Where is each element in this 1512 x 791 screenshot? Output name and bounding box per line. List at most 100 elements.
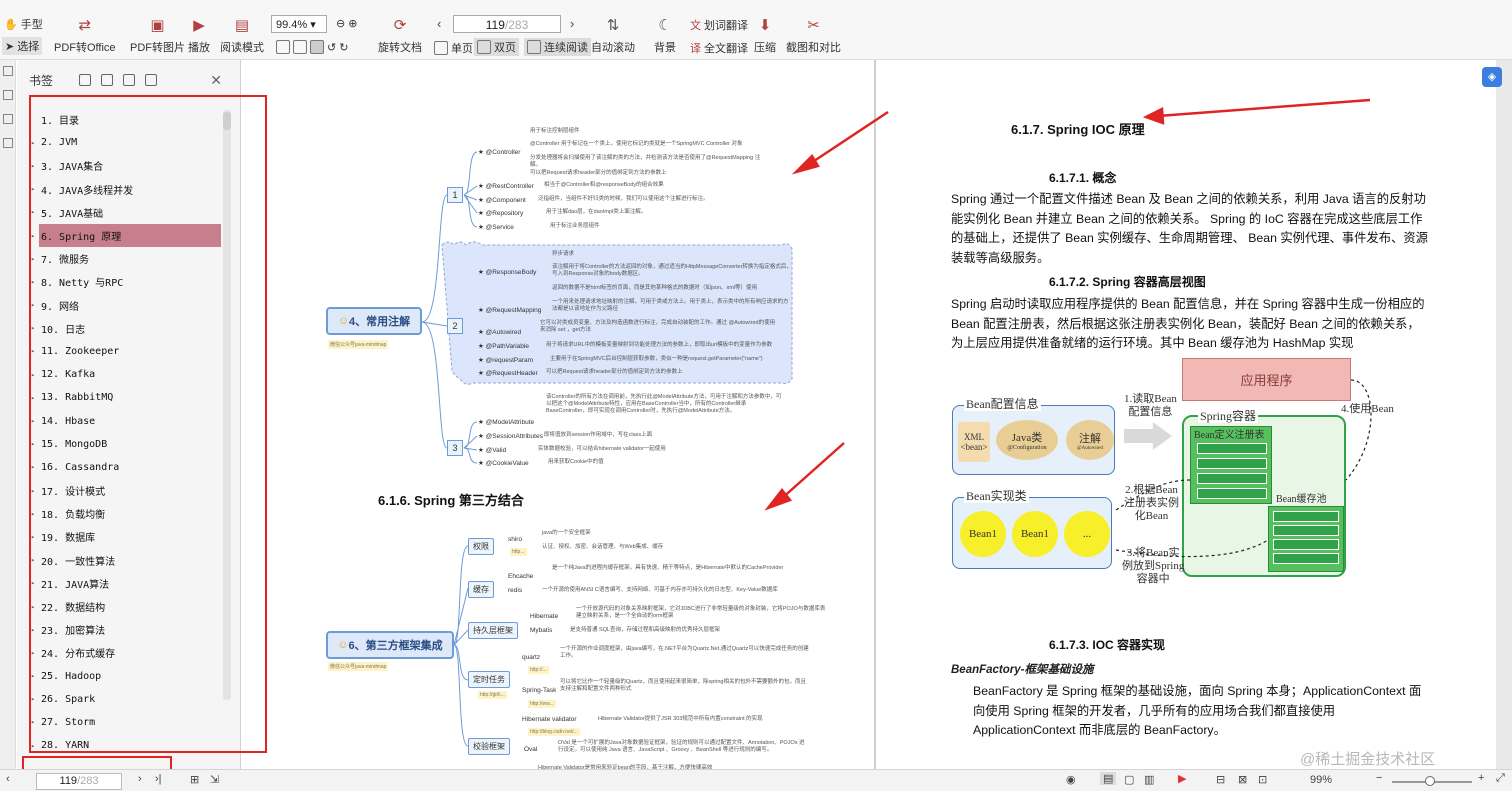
expand-arrow-icon[interactable]: ▸ <box>31 324 35 332</box>
expand-arrow-icon[interactable]: ▸ <box>31 463 35 471</box>
expand-arrow-icon[interactable]: ▸ <box>31 185 35 193</box>
bookmark-item[interactable]: ▸ 23. 加密算法 <box>31 618 221 641</box>
zoom-slider-thumb[interactable] <box>1425 776 1435 786</box>
select-tool[interactable]: ➤ 选择 <box>2 37 43 55</box>
zoom-controls[interactable]: ⊖ ⊕ <box>336 17 357 30</box>
zoom-out-icon[interactable]: − <box>1376 772 1382 784</box>
expand-arrow-icon[interactable]: ▸ <box>31 510 35 518</box>
bookmark-item[interactable]: ▸ 18. 负载均衡 <box>31 502 221 525</box>
bookmark-item[interactable]: ▸ 27. Storm <box>31 711 221 734</box>
bookmark-scrollbar[interactable] <box>223 110 231 700</box>
bookmark-item[interactable]: ▸ 7. 微服务 <box>31 247 221 270</box>
compress-button[interactable]: ⬇ 压缩 <box>754 15 776 55</box>
thumbnail-tab-icon[interactable] <box>3 90 13 100</box>
single-view-icon[interactable]: ▤ <box>1100 772 1117 785</box>
delete-bookmark-icon[interactable] <box>145 74 158 86</box>
bookmark-item[interactable]: 1. 目录 <box>39 108 221 131</box>
statusbar-page-input[interactable]: 119/283 <box>36 773 122 790</box>
first-page-icon[interactable]: ‹ <box>6 773 10 785</box>
expand-arrow-icon[interactable]: ▸ <box>31 232 35 240</box>
bookmark-item[interactable]: ▸ 16. Cassandra <box>31 456 221 479</box>
close-icon[interactable]: ✕ <box>210 72 222 89</box>
bookmark-item[interactable]: ▸ 5. JAVA基础 <box>31 201 221 224</box>
bookmark-item[interactable]: ▸ 20. 一致性算法 <box>31 549 221 572</box>
expand-arrow-icon[interactable]: ▸ <box>31 139 35 147</box>
expand-arrow-icon[interactable]: ▸ <box>31 301 35 309</box>
expand-arrow-icon[interactable]: ▸ <box>31 579 35 587</box>
search-tab-icon[interactable] <box>3 138 13 148</box>
bookmark-item[interactable]: ▸ 8. Netty 与RPC <box>31 270 221 293</box>
expand-arrow-icon[interactable]: ▸ <box>31 208 35 216</box>
dual-view-icon[interactable]: ▥ <box>1144 773 1154 786</box>
expand-arrow-icon[interactable]: ▸ <box>31 255 35 263</box>
scroll-thumb[interactable] <box>223 112 231 130</box>
bookmark-item[interactable]: ▸ 9. 网络 <box>31 294 221 317</box>
fit-width-icon[interactable]: ⊟ <box>1216 773 1225 786</box>
single-page-button[interactable]: 单页 <box>434 40 473 56</box>
expand-arrow-icon[interactable]: ▸ <box>31 742 35 750</box>
bookmark-tab-icon[interactable] <box>3 66 13 76</box>
bookmark-item[interactable]: ▸ 22. 数据结构 <box>31 595 221 618</box>
bookmark-item[interactable]: ▸ 28. YARN <box>31 734 221 757</box>
bookmark-item[interactable]: ▸ 14. Hbase <box>31 409 221 432</box>
fit-page-icon[interactable]: ⊠ <box>1238 773 1247 786</box>
expand-arrow-icon[interactable]: ▸ <box>31 556 35 564</box>
bookmark-item[interactable]: ▸ 4. JAVA多线程并发 <box>31 178 221 201</box>
expand-arrow-icon[interactable]: ▸ <box>31 278 35 286</box>
bookmark-item[interactable]: ▸ 6. Spring 原理 <box>31 223 221 248</box>
full-translate-button[interactable]: 译全文翻译 <box>690 40 748 56</box>
expand-arrow-icon[interactable]: ▸ <box>31 162 35 170</box>
next-page-icon[interactable]: › <box>138 773 142 785</box>
bookmark-item[interactable]: ▸ 25. Hadoop <box>31 665 221 688</box>
background-button[interactable]: ☾ 背景 <box>654 15 676 55</box>
bookmark-item[interactable]: ▸ 3. JAVA集合 <box>31 154 221 177</box>
bookmark-item[interactable]: ▸ 13. RabbitMQ <box>31 386 221 409</box>
rotate-doc-button[interactable]: ⟳ 旋转文档 <box>378 15 422 55</box>
fit-page-icon[interactable] <box>293 40 307 54</box>
bookmark-item[interactable]: ▸ 15. MongoDB <box>31 433 221 456</box>
last-page-icon[interactable]: ›| <box>155 773 162 785</box>
annotation-tab-icon[interactable] <box>3 114 13 124</box>
bookmark-item[interactable]: ▸ 12. Kafka <box>31 363 221 386</box>
next-page-arrow[interactable]: › <box>570 16 574 31</box>
zoom-in-icon[interactable]: ⊕ <box>348 17 357 30</box>
collapse-icon[interactable] <box>101 74 114 86</box>
pdf-to-office-button[interactable]: ⇄ PDF转Office <box>54 15 116 55</box>
play-icon[interactable]: ▶ <box>1178 772 1186 785</box>
eye-icon[interactable]: ◉ <box>1066 773 1076 786</box>
expand-icon[interactable] <box>79 74 92 86</box>
bookmark-item[interactable]: ▸ 24. 分布式缓存 <box>31 641 221 664</box>
export-page-icon[interactable]: ⇲ <box>210 773 219 786</box>
prev-page-arrow[interactable]: ‹ <box>437 16 441 31</box>
expand-arrow-icon[interactable]: ▸ <box>31 417 35 425</box>
expand-arrow-icon[interactable]: ▸ <box>31 649 35 657</box>
hand-tool[interactable]: ✋ 手型 <box>4 16 43 32</box>
expand-arrow-icon[interactable]: ▸ <box>31 487 35 495</box>
actual-size-icon[interactable]: ⊡ <box>1258 773 1267 786</box>
bookmark-item[interactable]: ▸ 2. JVM <box>31 131 221 154</box>
continuous-read-button[interactable]: 连续阅读 <box>524 38 591 56</box>
expand-arrow-icon[interactable]: ▸ <box>31 347 35 355</box>
expand-arrow-icon[interactable]: ▸ <box>31 440 35 448</box>
expand-arrow-icon[interactable]: ▸ <box>31 626 35 634</box>
bookmark-item[interactable]: ▸ 10. 日志 <box>31 317 221 340</box>
fullscreen-icon[interactable]: ⤢ <box>1496 772 1505 785</box>
page-number-input[interactable]: 119/283 <box>453 15 561 33</box>
auto-scroll-button[interactable]: ⇅ 自动滚动 <box>591 15 635 55</box>
expand-arrow-icon[interactable]: ▸ <box>31 533 35 541</box>
pdf-to-image-button[interactable]: ▣ PDF转图片 <box>130 15 185 55</box>
bookmark-item[interactable]: ▸ 21. JAVA算法 <box>31 572 221 595</box>
bookmark-item[interactable]: ▸ 17. 设计模式 <box>31 479 221 502</box>
expand-arrow-icon[interactable]: ▸ <box>31 371 35 379</box>
bookmark-item[interactable]: ▸ 19. 数据库 <box>31 525 221 548</box>
expand-arrow-icon[interactable]: ▸ <box>31 394 35 402</box>
zoom-out-icon[interactable]: ⊖ <box>336 17 345 30</box>
smart-tool-icon[interactable]: ◈ <box>1482 67 1502 87</box>
expand-arrow-icon[interactable]: ▸ <box>31 695 35 703</box>
view-icons[interactable]: ↺ ↻ <box>276 40 348 54</box>
actual-size-icon[interactable] <box>310 40 324 54</box>
rotate-left-icon[interactable]: ↺ <box>327 41 336 54</box>
add-page-icon[interactable]: ⊞ <box>190 773 199 786</box>
expand-arrow-icon[interactable]: ▸ <box>31 718 35 726</box>
add-bookmark-icon[interactable] <box>123 74 136 86</box>
